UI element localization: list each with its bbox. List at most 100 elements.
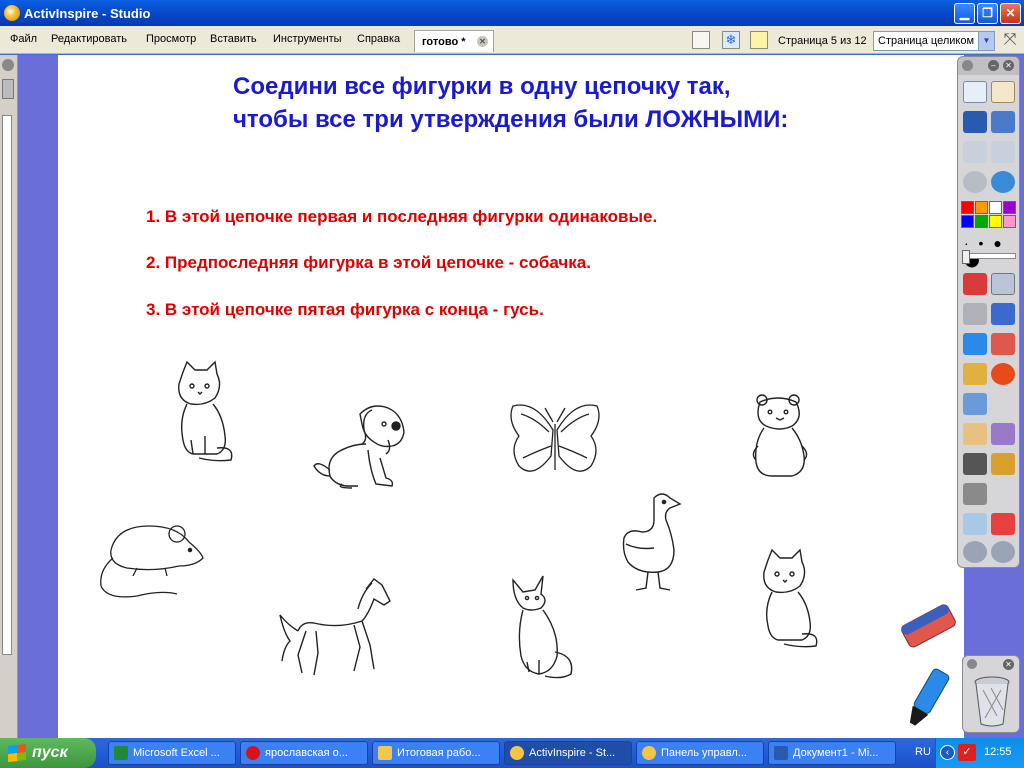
restore-button[interactable]: ❐ — [977, 3, 998, 24]
main-menu-icon[interactable] — [963, 81, 987, 103]
opera-icon — [246, 746, 260, 760]
connector-icon[interactable] — [963, 393, 987, 415]
antivirus-icon[interactable]: ✓ — [958, 744, 976, 761]
tab-document-label: готово * — [422, 36, 466, 48]
fox-figure[interactable] — [505, 572, 577, 682]
task-label: ярославская о... — [265, 747, 348, 759]
butterfly-figure[interactable] — [505, 400, 605, 488]
folder-icon — [378, 746, 392, 760]
task-control-panel[interactable]: Панель управл... — [636, 741, 764, 765]
shape-icon[interactable] — [991, 363, 1015, 385]
profile-icon[interactable] — [991, 81, 1015, 103]
tools-icon[interactable] — [963, 303, 987, 325]
language-indicator[interactable]: RU — [915, 746, 931, 758]
highlighter-icon[interactable] — [902, 664, 952, 734]
color-pink-swatch[interactable] — [1003, 215, 1016, 228]
task-label: Документ1 - Mi... — [793, 747, 879, 759]
menu-help[interactable]: Справка — [357, 33, 400, 45]
zoom-select-value: Страница целиком — [878, 35, 975, 47]
clear-icon[interactable] — [963, 513, 987, 535]
close-icon[interactable]: ✕ — [1003, 659, 1014, 670]
chevron-down-icon[interactable]: ▼ — [978, 32, 994, 50]
task-folder[interactable]: Итоговая рабо... — [372, 741, 500, 765]
bear-figure[interactable] — [748, 392, 812, 480]
clipboard-icon[interactable] — [991, 423, 1015, 445]
color-purple-swatch[interactable] — [1003, 201, 1016, 214]
pen-width-selector[interactable]: · • ● ⬤ — [964, 235, 1019, 268]
minimize-icon[interactable]: – — [988, 60, 999, 71]
color-red-swatch[interactable] — [961, 201, 974, 214]
chevron-left-icon[interactable]: ‹ — [940, 745, 955, 760]
puppy-figure[interactable] — [312, 400, 412, 492]
dice-icon[interactable] — [963, 273, 987, 295]
select-cursor-icon[interactable] — [991, 273, 1015, 295]
word-icon — [774, 746, 788, 760]
task-activinspire[interactable]: ActivInspire - St... — [504, 741, 632, 765]
handwriting-icon[interactable] — [963, 111, 987, 133]
task-label: Панель управл... — [661, 747, 747, 759]
close-icon[interactable]: ✕ — [1003, 60, 1014, 71]
snowflake-icon[interactable]: ❄ — [722, 31, 740, 49]
title-bar: ActivInspire - Studio ▁ ❐ ✕ — [0, 0, 1024, 26]
tools-settings-icon[interactable] — [991, 111, 1015, 133]
close-tab-icon[interactable]: ✕ — [477, 36, 488, 47]
pin-icon[interactable] — [967, 659, 977, 669]
tab-document[interactable]: готово * ✕ — [414, 30, 494, 52]
next-page-icon[interactable] — [991, 141, 1015, 163]
browser-scroll[interactable] — [2, 115, 12, 655]
previous-page-icon[interactable] — [963, 141, 987, 163]
color-white-swatch[interactable] — [989, 201, 1002, 214]
color-yellow-swatch[interactable] — [989, 215, 1002, 228]
pin-icon[interactable] — [962, 60, 973, 71]
page-browser-icon[interactable] — [692, 31, 710, 49]
menu-insert[interactable]: Вставить — [210, 33, 257, 45]
video-icon[interactable] — [991, 453, 1015, 475]
horse-figure[interactable] — [278, 575, 394, 679]
resource-icon[interactable] — [963, 423, 987, 445]
transparency-slider[interactable] — [962, 253, 1016, 259]
close-button[interactable]: ✕ — [1000, 3, 1021, 24]
globe-icon[interactable] — [991, 171, 1015, 193]
pin-icon[interactable] — [2, 59, 14, 71]
zoom-select[interactable]: Страница целиком ▼ — [873, 31, 995, 51]
toolbox-header: – ✕ — [958, 57, 1019, 75]
menu-edit[interactable]: Редактировать — [51, 33, 127, 45]
taskbar: пуск Microsoft Excel ... ярославская о..… — [0, 738, 1024, 768]
eraser-icon[interactable] — [898, 598, 958, 652]
camera-icon[interactable] — [963, 483, 987, 505]
microphone-icon[interactable] — [963, 453, 987, 475]
goose-figure[interactable] — [618, 490, 684, 594]
menu-tools[interactable]: Инструменты — [273, 33, 342, 45]
pen-icon[interactable] — [991, 303, 1015, 325]
slider-handle[interactable] — [962, 250, 970, 264]
start-button[interactable]: пуск — [0, 738, 96, 768]
task-word[interactable]: Документ1 - Mi... — [768, 741, 896, 765]
highlighter-tool-icon[interactable] — [963, 333, 987, 355]
task-label: ActivInspire - St... — [529, 747, 616, 759]
heading-line-1: Соедини все фигурки в одну цепочку так, — [233, 73, 731, 100]
task-opera[interactable]: ярославская о... — [240, 741, 368, 765]
browser-icon[interactable] — [2, 79, 14, 99]
menu-view[interactable]: Просмотр — [146, 33, 196, 45]
notes-icon[interactable] — [750, 31, 768, 49]
color-orange-swatch[interactable] — [975, 201, 988, 214]
play-icon[interactable] — [963, 171, 987, 193]
statement-1: 1. В этой цепочке первая и последняя фиг… — [146, 207, 658, 226]
fullscreen-icon[interactable]: ⤧ — [1000, 31, 1020, 51]
reset-page-icon[interactable] — [991, 513, 1015, 535]
kitten-figure-2[interactable] — [752, 548, 824, 648]
kitten-figure[interactable] — [165, 360, 237, 465]
minimize-button[interactable]: ▁ — [954, 3, 975, 24]
menu-file[interactable]: Файл — [10, 33, 37, 45]
page-indicator: Страница 5 из 12 — [778, 35, 867, 47]
color-green-swatch[interactable] — [975, 215, 988, 228]
task-excel[interactable]: Microsoft Excel ... — [108, 741, 236, 765]
fill-icon[interactable] — [963, 363, 987, 385]
redo-icon[interactable] — [991, 541, 1015, 563]
color-blue-swatch[interactable] — [961, 215, 974, 228]
undo-icon[interactable] — [963, 541, 987, 563]
eraser-tool-icon[interactable] — [991, 333, 1015, 355]
mouse-figure[interactable] — [97, 520, 209, 604]
trash-icon[interactable] — [973, 676, 1011, 728]
trash-panel[interactable]: ✕ — [962, 655, 1020, 733]
